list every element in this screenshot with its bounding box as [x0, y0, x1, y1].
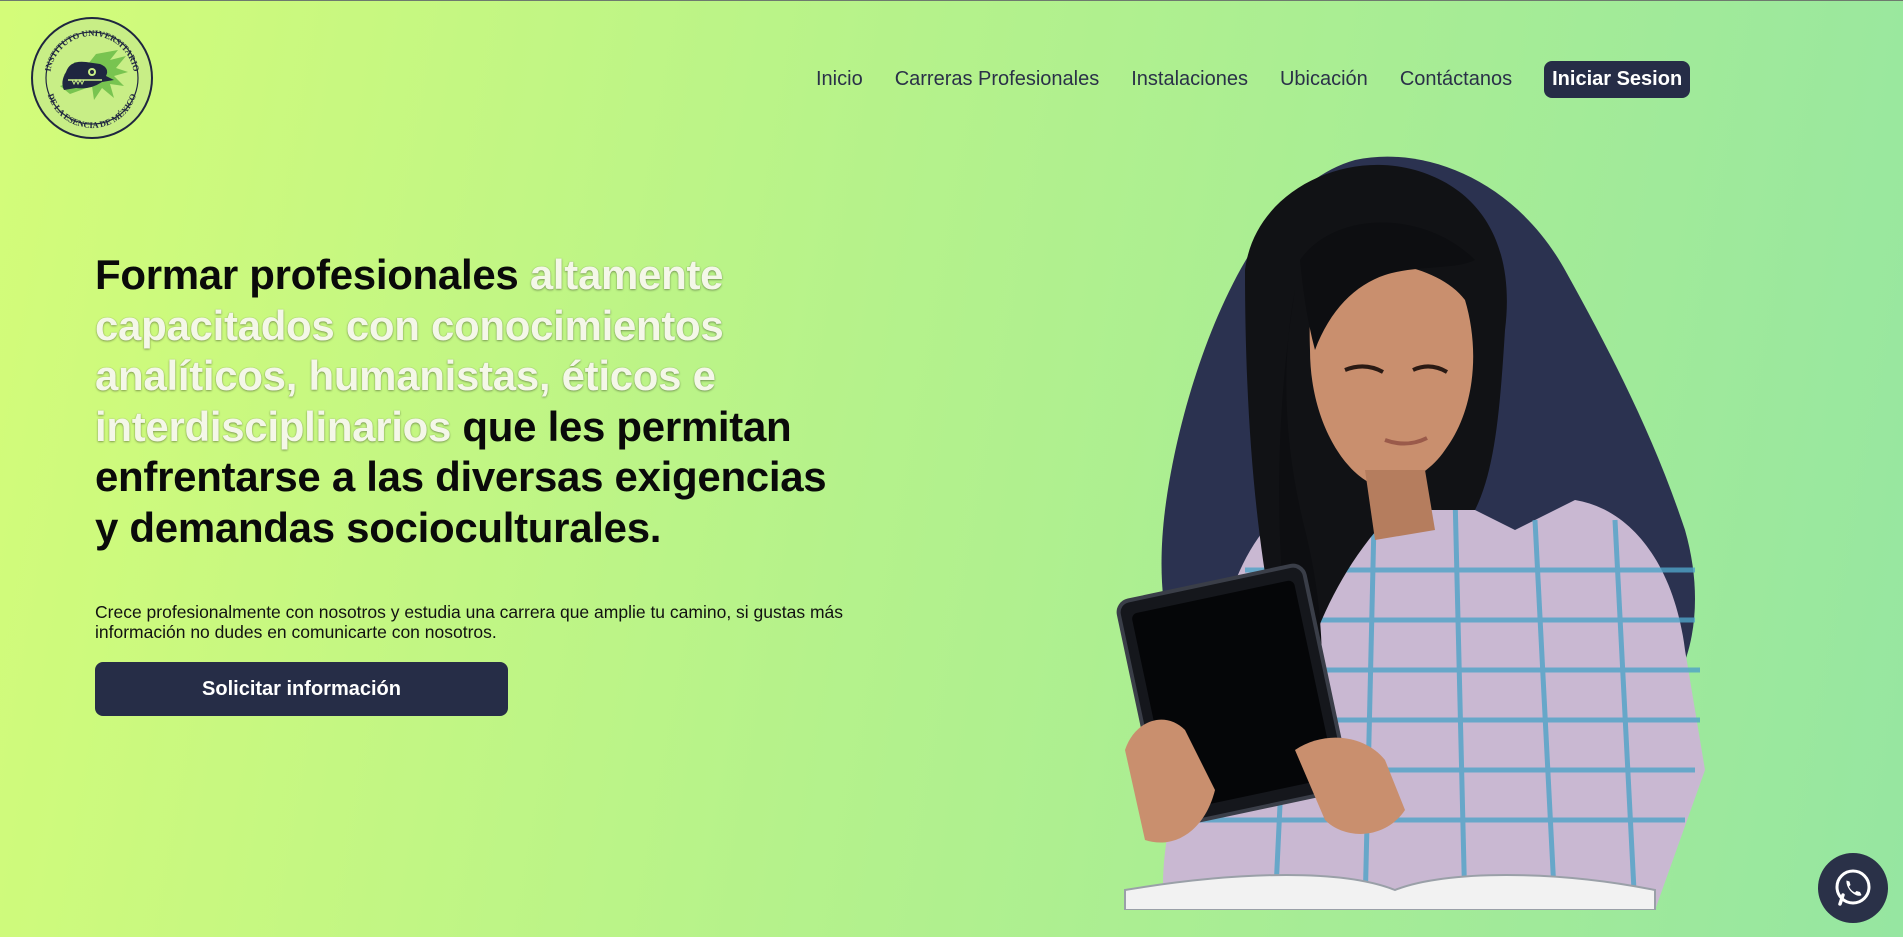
- nav-item-ubicacion[interactable]: Ubicación: [1280, 68, 1368, 91]
- whatsapp-button[interactable]: [1818, 853, 1888, 923]
- institute-logo[interactable]: INSTITUTO UNIVERSITARIO DE LA ESENCIA DE…: [30, 16, 154, 140]
- nav-item-contactanos[interactable]: Contáctanos: [1400, 68, 1512, 91]
- nav-item-carreras[interactable]: Carreras Profesionales: [895, 68, 1100, 91]
- request-info-button[interactable]: Solicitar información: [95, 662, 508, 716]
- hero-image: [1095, 150, 1855, 911]
- main-nav: Inicio Carreras Profesionales Instalacio…: [816, 60, 1691, 98]
- nav-item-instalaciones[interactable]: Instalaciones: [1131, 68, 1248, 91]
- student-illustration: [1116, 156, 1705, 911]
- hero-headline: Formar profesionales altamente capacitad…: [95, 250, 855, 553]
- headline-part1: Formar profesionales: [95, 251, 530, 298]
- hero-section: Formar profesionales altamente capacitad…: [95, 250, 855, 553]
- nav-item-inicio[interactable]: Inicio: [816, 68, 863, 91]
- hero-subtitle: Crece profesionalmente con nosotros y es…: [95, 602, 844, 642]
- top-border: [0, 0, 1903, 1]
- serpent-head-logo-icon: INSTITUTO UNIVERSITARIO DE LA ESENCIA DE…: [31, 17, 153, 139]
- whatsapp-icon: [1835, 869, 1871, 906]
- login-button[interactable]: Iniciar Sesion: [1544, 60, 1691, 98]
